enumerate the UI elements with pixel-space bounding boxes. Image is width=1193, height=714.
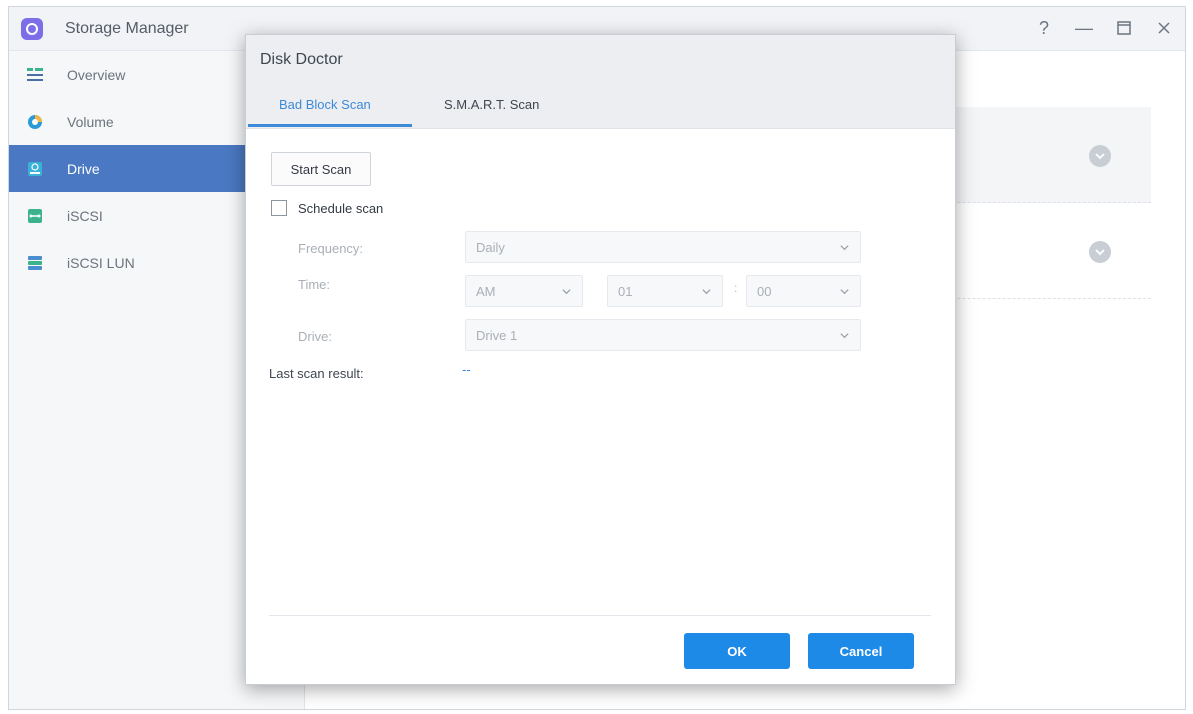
- frequency-label: Frequency:: [298, 241, 364, 256]
- hour-select[interactable]: 01: [607, 275, 723, 307]
- chevron-down-icon: [702, 289, 711, 295]
- iscsi-icon: [28, 208, 42, 223]
- tab-bad-block-scan[interactable]: Bad Block Scan: [279, 97, 371, 112]
- window-controls: ? —: [1035, 17, 1173, 39]
- frequency-select[interactable]: Daily: [465, 231, 861, 263]
- ok-button[interactable]: OK: [684, 633, 790, 669]
- sidebar-item-label: iSCSI LUN: [67, 254, 135, 271]
- disk-doctor-dialog: Disk Doctor Bad Block Scan S.M.A.R.T. Sc…: [245, 34, 956, 685]
- chevron-down-icon: [840, 245, 849, 251]
- active-tab-indicator: [248, 124, 412, 127]
- volume-icon: [28, 114, 42, 129]
- footer-divider: [269, 615, 931, 616]
- drive-select[interactable]: Drive 1: [465, 319, 861, 351]
- expand-button[interactable]: [1089, 241, 1111, 263]
- maximize-button[interactable]: [1115, 17, 1133, 39]
- iscsi-lun-icon: [28, 255, 42, 270]
- chevron-down-icon: [840, 333, 849, 339]
- drive-value: Drive 1: [476, 328, 518, 343]
- chevron-down-icon: [1095, 153, 1105, 160]
- drive-icon: [28, 161, 42, 176]
- dialog-header: Disk Doctor Bad Block Scan S.M.A.R.T. Sc…: [246, 35, 955, 129]
- schedule-scan-label: Schedule scan: [298, 201, 384, 216]
- dialog-title: Disk Doctor: [260, 51, 343, 68]
- minimize-button[interactable]: —: [1075, 17, 1093, 39]
- close-button[interactable]: [1155, 17, 1173, 39]
- sidebar-item-label: Overview: [67, 66, 126, 83]
- maximize-icon: [1117, 21, 1131, 35]
- time-separator: :: [734, 281, 738, 295]
- drive-label: Drive:: [298, 329, 332, 344]
- chevron-down-icon: [562, 289, 571, 295]
- hour-value: 01: [618, 284, 633, 299]
- sidebar-item-label: iSCSI: [67, 207, 103, 224]
- sidebar-item-label: Drive: [67, 160, 100, 177]
- chevron-down-icon: [1095, 249, 1105, 256]
- close-icon: [1158, 22, 1170, 34]
- sidebar-item-label: Volume: [67, 113, 114, 130]
- tab-smart-scan[interactable]: S.M.A.R.T. Scan: [444, 97, 539, 112]
- start-scan-button[interactable]: Start Scan: [271, 152, 371, 186]
- expand-button[interactable]: [1089, 145, 1111, 167]
- window-title: Storage Manager: [65, 20, 189, 37]
- ampm-select[interactable]: AM: [465, 275, 583, 307]
- minute-value: 00: [757, 284, 772, 299]
- overview-icon: [27, 67, 43, 81]
- frequency-value: Daily: [476, 240, 505, 255]
- app-icon: [21, 18, 43, 40]
- schedule-scan-checkbox[interactable]: [271, 200, 287, 216]
- last-scan-label: Last scan result:: [269, 366, 364, 381]
- cancel-button[interactable]: Cancel: [808, 633, 914, 669]
- help-button[interactable]: ?: [1035, 17, 1053, 39]
- chevron-down-icon: [840, 289, 849, 295]
- time-label: Time:: [298, 277, 331, 292]
- minute-select[interactable]: 00: [746, 275, 861, 307]
- last-scan-value: --: [462, 362, 471, 377]
- ampm-value: AM: [476, 284, 496, 299]
